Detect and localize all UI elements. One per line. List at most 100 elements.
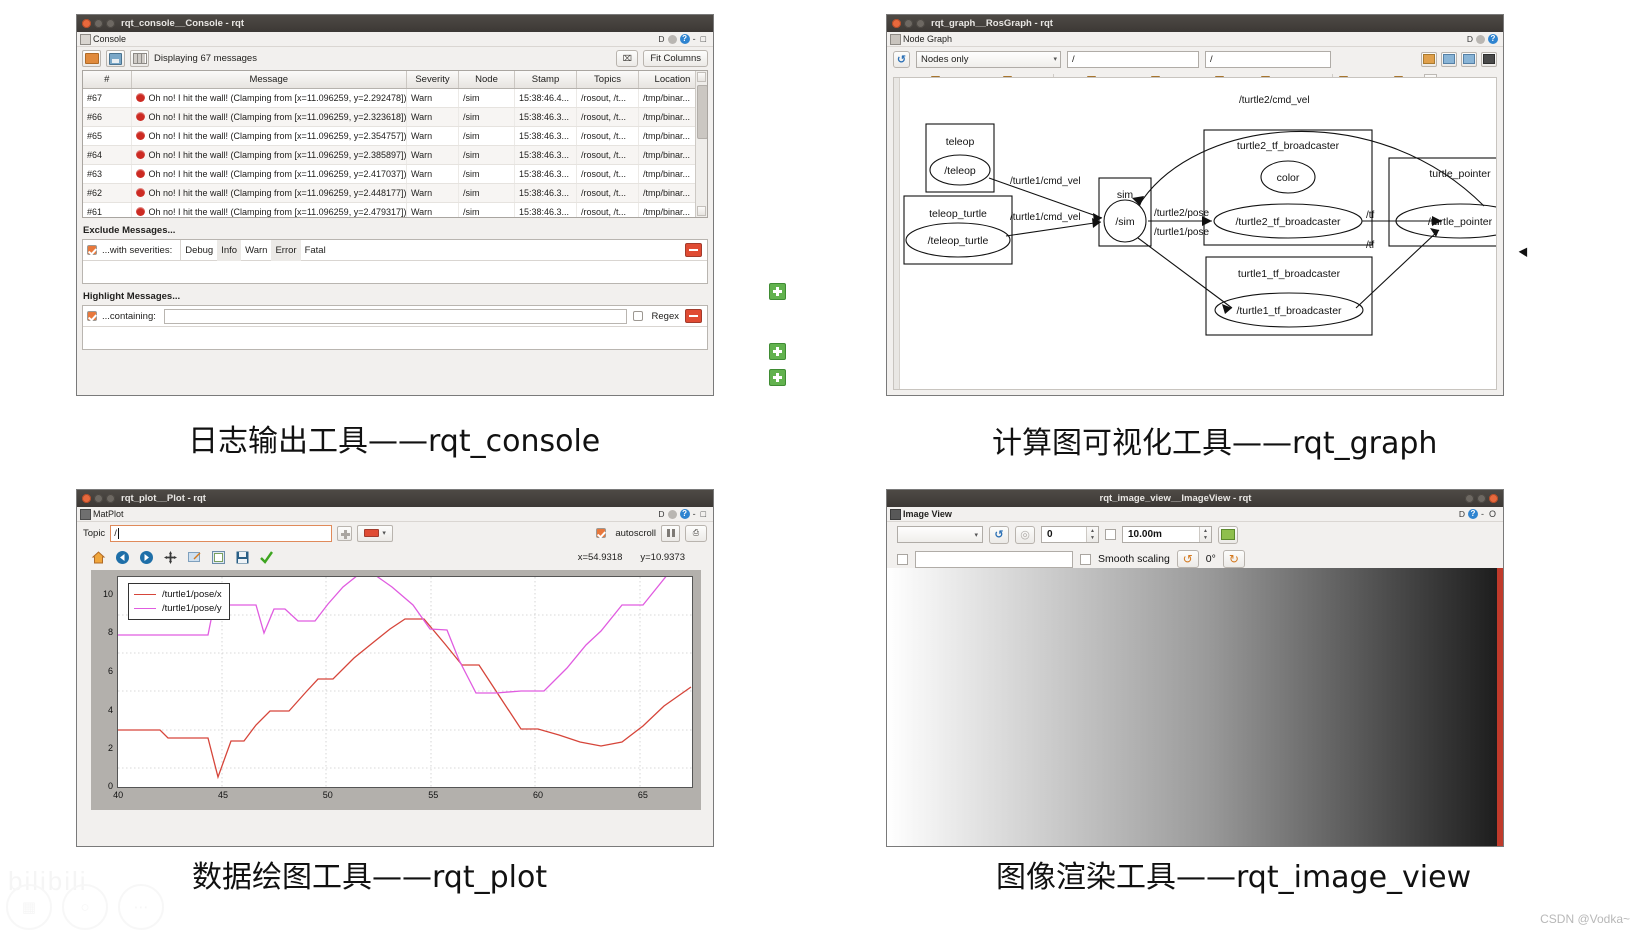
plot-topic-toolbar[interactable]: Topic / ▾ autoscroll ⎙	[77, 522, 713, 544]
columns-button[interactable]	[130, 50, 149, 67]
check-icon[interactable]	[259, 550, 274, 565]
dock-float-icon[interactable]: D	[658, 34, 664, 44]
scroll-down-icon[interactable]	[697, 206, 706, 216]
table-row[interactable]: #66 Oh no! I hit the wall! (Clamping fro…	[83, 107, 707, 127]
remove-highlight-filter-button[interactable]	[685, 309, 702, 323]
add-highlight-filter-button[interactable]	[769, 343, 786, 360]
rqt-console-window[interactable]: rqt_console__Console - rqt Console D ? -…	[76, 14, 786, 396]
graph-filter-input-2[interactable]: /	[1205, 50, 1331, 68]
fit-columns-button[interactable]: Fit Columns	[643, 50, 708, 67]
graph-filter-input-1[interactable]: /	[1067, 50, 1199, 68]
image-view-titlebar[interactable]: rqt_image_view__ImageView - rqt	[887, 490, 1503, 507]
rotate-left-icon[interactable]: ↺	[1176, 550, 1199, 568]
gear-icon[interactable]	[667, 34, 677, 44]
highlight-filter-box[interactable]: ...containing: Regex	[82, 305, 708, 350]
severity-list[interactable]: Debug Info Warn Error Fatal	[180, 239, 329, 261]
add-exclude-filter-button[interactable]	[769, 283, 786, 300]
refresh-topics-button[interactable]: ↺	[989, 525, 1009, 544]
publish-topic-input[interactable]	[915, 550, 1073, 568]
back-arrow-icon[interactable]	[115, 550, 130, 565]
col-node[interactable]: Node	[458, 71, 515, 89]
exclude-severity-row[interactable]: ...with severities: Debug Info Warn Erro…	[83, 239, 707, 261]
autoscroll-checkbox[interactable]	[596, 528, 607, 538]
panel-close-icon[interactable]: O	[1489, 509, 1498, 519]
save-image-button[interactable]	[1218, 525, 1238, 544]
plot-toolbar-right[interactable]: autoscroll ⎙	[596, 524, 707, 542]
range-checkbox[interactable]	[1105, 529, 1116, 540]
col-severity[interactable]: Severity	[406, 71, 459, 89]
image-view-dock-buttons[interactable]: D ? - O	[1459, 509, 1500, 519]
close-icon[interactable]	[82, 19, 91, 28]
spin-buttons[interactable]: ▲ ▼	[1199, 527, 1211, 542]
gear-icon[interactable]	[667, 509, 677, 519]
col-message[interactable]: Message	[131, 71, 407, 89]
spin-buttons[interactable]: ▲ ▼	[1086, 527, 1098, 542]
close-icon[interactable]	[1489, 494, 1498, 503]
dock-float-icon[interactable]: D	[658, 509, 664, 519]
panel-minimize-icon[interactable]: -	[693, 34, 698, 44]
clear-plot-button[interactable]: ⎙	[685, 524, 707, 542]
col-topics[interactable]: Topics	[576, 71, 639, 89]
window-controls[interactable]	[82, 494, 115, 503]
severity-warn[interactable]: Warn	[241, 240, 271, 261]
maximize-icon[interactable]	[916, 19, 925, 28]
fullscreen-button[interactable]	[1481, 51, 1497, 67]
console-dock-buttons[interactable]: D ? - □	[658, 34, 710, 44]
plot-titlebar[interactable]: rqt_plot__Plot - rqt	[77, 490, 713, 507]
autoscroll-option[interactable]: autoscroll	[596, 528, 656, 539]
table-row[interactable]: #67 Oh no! I hit the wall! (Clamping fro…	[83, 88, 707, 108]
graph-dock-buttons[interactable]: D ?	[1467, 34, 1500, 44]
gear-icon[interactable]	[1476, 34, 1485, 44]
window-controls[interactable]	[82, 19, 115, 28]
table-row[interactable]: #61 Oh no! I hit the wall! (Clamping fro…	[83, 202, 707, 217]
spin-up-icon[interactable]: ▲	[1087, 527, 1098, 535]
minimize-icon[interactable]	[94, 19, 103, 28]
highlight-enable-checkbox[interactable]	[87, 311, 97, 321]
close-icon[interactable]	[892, 19, 901, 28]
scroll-thumb[interactable]	[697, 85, 707, 139]
maximize-icon[interactable]	[1477, 494, 1486, 503]
rqt-plot-window[interactable]: rqt_plot__Plot - rqt MatPlot D ? - □ Top…	[76, 489, 714, 847]
smooth-scaling-checkbox[interactable]	[1080, 553, 1091, 565]
save-log-button[interactable]	[106, 50, 125, 67]
plot-dock-buttons[interactable]: D ? - □	[658, 509, 710, 519]
highlight-text-input[interactable]	[163, 308, 627, 324]
table-row[interactable]: #64 Oh no! I hit the wall! (Clamping fro…	[83, 145, 707, 165]
exclude-enable-checkbox[interactable]	[87, 245, 97, 255]
publish-checkbox[interactable]	[897, 553, 908, 565]
panel-close-icon[interactable]: □	[701, 509, 708, 519]
table-row[interactable]: #62 Oh no! I hit the wall! (Clamping fro…	[83, 183, 707, 203]
graph-toolbar[interactable]: ↺ Nodes only ▾ / /	[887, 47, 1503, 71]
spin-down-icon[interactable]: ▼	[1200, 535, 1211, 543]
console-message-table[interactable]: # Message Severity Node Stamp Topics Loc…	[82, 70, 708, 218]
dock-float-icon[interactable]: D	[1459, 509, 1465, 519]
home-icon[interactable]	[91, 550, 106, 565]
minimize-icon[interactable]	[1465, 494, 1474, 503]
help-icon[interactable]: ?	[679, 34, 690, 44]
console-table-body[interactable]: #67 Oh no! I hit the wall! (Clamping fro…	[83, 88, 707, 217]
panel-minimize-icon[interactable]: -	[1481, 509, 1486, 519]
pause-button[interactable]	[661, 524, 680, 542]
pan-icon[interactable]	[163, 550, 178, 565]
load-dot-button[interactable]	[1421, 51, 1437, 67]
minimize-icon[interactable]	[94, 494, 103, 503]
configure-subplots-icon[interactable]	[211, 550, 226, 565]
minimize-icon[interactable]	[904, 19, 913, 28]
spin-down-icon[interactable]: ▼	[1087, 535, 1098, 543]
save-figure-icon[interactable]	[235, 550, 250, 565]
table-row[interactable]: #65 Oh no! I hit the wall! (Clamping fro…	[83, 126, 707, 146]
add-highlight-filter-button-2[interactable]	[769, 369, 786, 386]
zoom-rect-icon[interactable]	[187, 550, 202, 565]
maximize-icon[interactable]	[106, 494, 115, 503]
window-controls[interactable]	[892, 19, 925, 28]
refresh-icon[interactable]: ↺	[893, 50, 910, 68]
severity-info[interactable]: Info	[217, 239, 242, 261]
col-stamp[interactable]: Stamp	[514, 71, 577, 89]
maximize-icon[interactable]	[106, 19, 115, 28]
rqt-graph-window[interactable]: rqt_graph__RosGraph - rqt Node Graph D ?…	[886, 14, 1504, 396]
regex-option[interactable]: Regex	[632, 311, 679, 322]
spin-up-icon[interactable]: ▲	[1200, 527, 1211, 535]
panel-close-icon[interactable]: □	[701, 34, 708, 44]
rotate-right-icon[interactable]: ↻	[1222, 550, 1245, 568]
close-icon[interactable]	[82, 494, 91, 503]
